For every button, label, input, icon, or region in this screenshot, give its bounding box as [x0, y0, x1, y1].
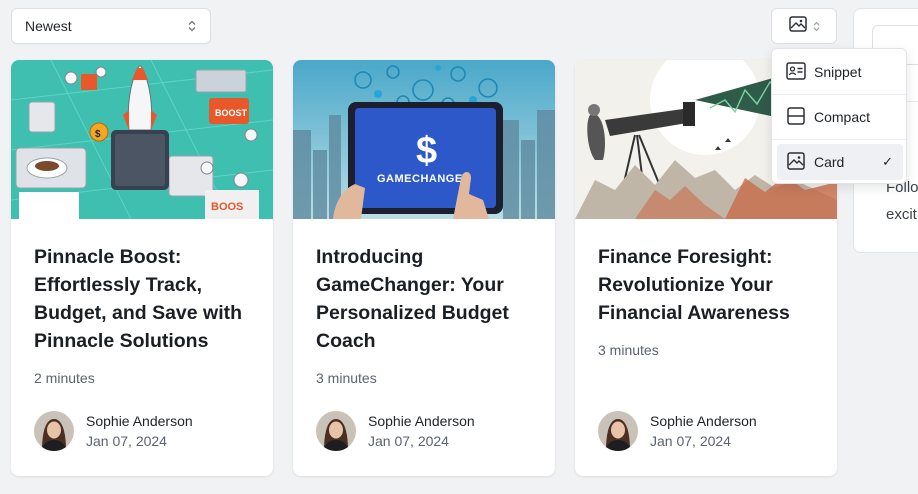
- menu-item-compact[interactable]: Compact: [777, 99, 903, 135]
- view-mode-menu: Snippet Compact Card ✓: [771, 48, 907, 184]
- menu-item-label: Card: [814, 154, 845, 170]
- avatar: [316, 411, 356, 451]
- image-symbol: $: [416, 130, 437, 172]
- compact-icon: [786, 106, 806, 128]
- card-image-icon: [788, 15, 807, 37]
- article-title[interactable]: Introducing GameChanger: Your Personaliz…: [316, 243, 538, 355]
- svg-text:$: $: [95, 129, 101, 140]
- author-name: Sophie Anderson: [368, 413, 475, 429]
- chevron-up-down-icon: [188, 20, 196, 32]
- chevron-up-down-icon: [812, 21, 820, 32]
- divider: [772, 94, 906, 95]
- image-caption: GAMECHANGER: [377, 173, 471, 185]
- author-name: Sophie Anderson: [86, 413, 193, 429]
- avatar: [34, 411, 74, 451]
- menu-item-snippet[interactable]: Snippet: [777, 54, 903, 90]
- svg-text:BOOST: BOOST: [215, 108, 248, 118]
- view-toggle-button[interactable]: [771, 8, 837, 44]
- read-time: 3 minutes: [316, 370, 377, 386]
- author-info: Sophie Anderson Jan 07, 2024: [34, 411, 193, 451]
- svg-text:BOOS: BOOS: [211, 201, 243, 213]
- author-info: Sophie Anderson Jan 07, 2024: [598, 411, 757, 451]
- read-time: 2 minutes: [34, 370, 95, 386]
- menu-item-label: Compact: [814, 109, 871, 125]
- read-time: 3 minutes: [598, 342, 659, 358]
- sort-select[interactable]: Newest: [11, 8, 211, 44]
- publish-date: Jan 07, 2024: [86, 433, 167, 449]
- article-title[interactable]: Finance Foresight: Revolutionize Your Fi…: [598, 243, 820, 327]
- author-info: Sophie Anderson Jan 07, 2024: [316, 411, 475, 451]
- avatar: [598, 411, 638, 451]
- checkmark-icon: ✓: [882, 154, 893, 169]
- publish-date: Jan 07, 2024: [368, 433, 449, 449]
- snippet-icon: [786, 61, 806, 83]
- menu-item-card[interactable]: Card ✓: [777, 144, 903, 180]
- divider: [772, 139, 906, 140]
- author-name: Sophie Anderson: [650, 413, 757, 429]
- sort-select-value: Newest: [25, 18, 72, 34]
- side-panel-text: excit: [886, 206, 917, 223]
- article-image: BOOS BOOST $: [11, 60, 273, 219]
- article-card[interactable]: BOOS BOOST $ Pinnacle Boost: Effortlessl…: [11, 60, 273, 476]
- menu-item-label: Snippet: [814, 64, 862, 80]
- article-title[interactable]: Pinnacle Boost: Effortlessly Track, Budg…: [34, 243, 256, 355]
- card-image-icon: [786, 151, 806, 173]
- article-card[interactable]: $ GAMECHANGER Introducing GameChanger: Y…: [293, 60, 555, 476]
- article-image: $ GAMECHANGER: [293, 60, 555, 219]
- publish-date: Jan 07, 2024: [650, 433, 731, 449]
